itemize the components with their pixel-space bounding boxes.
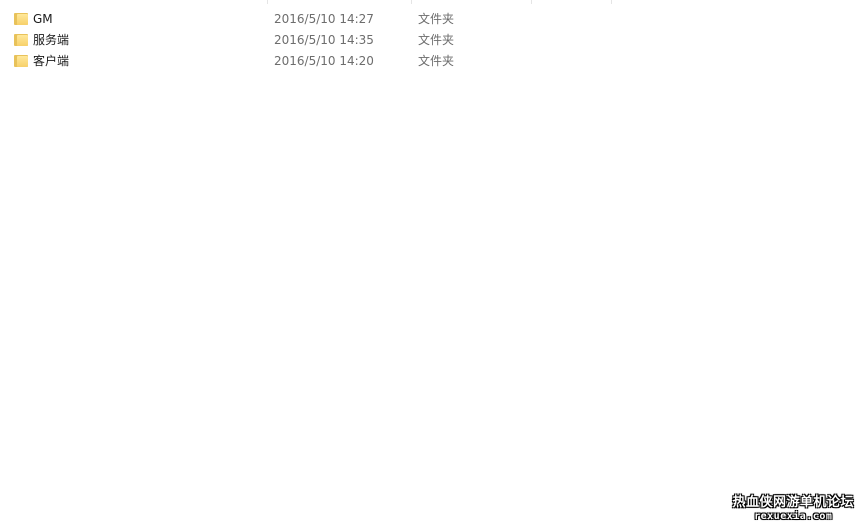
file-modified-date: 2016/5/10 14:35 <box>274 33 374 47</box>
file-name: 服务端 <box>33 33 70 47</box>
column-separator[interactable] <box>611 0 612 4</box>
file-modified-date: 2016/5/10 14:27 <box>274 12 374 26</box>
file-modified-date: 2016/5/10 14:20 <box>274 54 374 68</box>
watermark-url: rexuexia.com <box>754 511 833 522</box>
watermark-text: 热血侠网游单机论坛 <box>732 495 854 510</box>
column-separator[interactable] <box>411 0 412 4</box>
file-name-cell: 客户端 <box>14 51 264 72</box>
folder-icon <box>14 12 28 25</box>
file-type: 文件夹 <box>418 54 455 68</box>
file-name: 客户端 <box>33 54 70 68</box>
column-separator[interactable] <box>531 0 532 4</box>
folder-icon <box>14 33 28 46</box>
file-name-cell: GM <box>14 9 264 30</box>
file-type: 文件夹 <box>418 12 455 26</box>
file-list: GM 2016/5/10 14:27 文件夹 服务端 2016/5/10 14:… <box>0 9 862 72</box>
file-name-cell: 服务端 <box>14 30 264 51</box>
file-row-client[interactable]: 客户端 2016/5/10 14:20 文件夹 <box>0 51 862 72</box>
column-separator[interactable] <box>267 0 268 4</box>
file-explorer-window: GM 2016/5/10 14:27 文件夹 服务端 2016/5/10 14:… <box>0 0 862 529</box>
file-type: 文件夹 <box>418 33 455 47</box>
folder-icon <box>14 54 28 67</box>
file-row-gm[interactable]: GM 2016/5/10 14:27 文件夹 <box>0 9 862 30</box>
watermark: 热血侠网游单机论坛 rexuexia.com <box>732 495 854 523</box>
file-row-server[interactable]: 服务端 2016/5/10 14:35 文件夹 <box>0 30 862 51</box>
file-name: GM <box>33 12 53 26</box>
